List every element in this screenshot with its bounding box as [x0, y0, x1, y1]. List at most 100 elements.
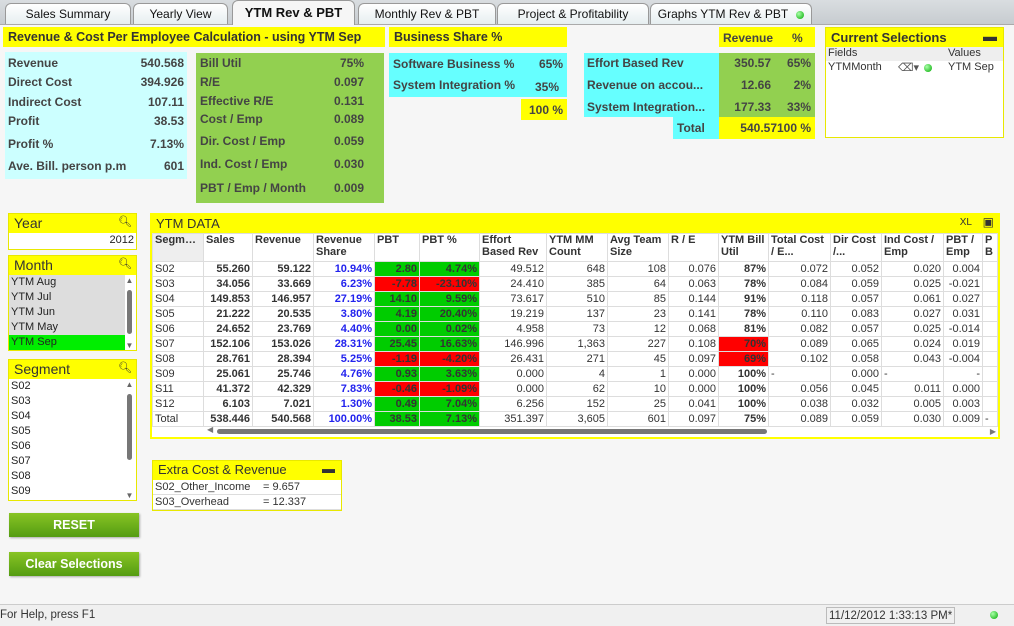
total-pct: 100 %	[776, 121, 811, 135]
segment-item[interactable]: S07	[9, 454, 125, 469]
table-cell: 100%	[718, 381, 769, 397]
month-item[interactable]: YTM May	[9, 320, 125, 335]
status-indicator-icon	[990, 611, 998, 619]
segment-item[interactable]: S05	[9, 424, 125, 439]
table-header-row: Segment Sales Revenue Revenue Share PBT PBT %…	[152, 233, 998, 262]
calc-label: Direct Cost	[8, 75, 73, 89]
clear-selections-button[interactable]: Clear Selections	[9, 552, 139, 576]
tab-label: YTM Rev & PBT	[244, 5, 343, 20]
column-header[interactable]: Total Cost / E...	[768, 233, 831, 262]
calc-label: Bill Util	[200, 56, 242, 70]
table-cell: 25.45	[374, 336, 420, 352]
month-item[interactable]: YTM Aug	[9, 275, 125, 290]
excel-export-icon[interactable]: XL	[960, 217, 972, 228]
tab-2[interactable]: YTM Rev & PBT	[232, 0, 355, 25]
calc-value: 75%	[339, 56, 364, 70]
tab-1[interactable]: Yearly View	[133, 3, 228, 24]
calc-label: Revenue	[8, 56, 59, 70]
table-cell: -0.004	[943, 351, 983, 367]
table-cell: 0.083	[830, 306, 882, 322]
table-cell	[982, 306, 998, 322]
column-header[interactable]: Revenue	[252, 233, 314, 262]
table-cell: 0.076	[668, 261, 719, 277]
status-datetime: 11/12/2012 1:33:13 PM*	[826, 607, 956, 624]
tab-0[interactable]: Sales Summary	[5, 3, 131, 24]
column-header[interactable]: Avg Team Size	[607, 233, 669, 262]
search-icon[interactable]: 🔍︎	[118, 215, 132, 228]
calc-value: 601	[163, 159, 184, 173]
minimize-icon[interactable]: ▬	[322, 461, 335, 476]
table-cell: 10	[607, 381, 669, 397]
tab-label: Yearly View	[149, 7, 212, 21]
extra-row: S02_Other_Income = 9.657	[153, 480, 341, 495]
segment-item[interactable]: S03	[9, 394, 125, 409]
extra-title: Extra Cost & Revenue	[158, 462, 287, 477]
horizontal-scrollbar[interactable]: ◀	[207, 425, 767, 436]
column-header[interactable]: YTM MM Count	[546, 233, 608, 262]
revenue-split-label: Revenue on accou...	[587, 78, 704, 92]
table-cell: 0.084	[768, 276, 831, 292]
table-cell: 0.024	[881, 336, 944, 352]
reset-button[interactable]: RESET	[9, 513, 139, 537]
column-header[interactable]: Sales	[203, 233, 253, 262]
table-cell: -4.20%	[419, 351, 480, 367]
table-cell	[982, 351, 998, 367]
table-cell: 3.63%	[419, 366, 480, 382]
year-item[interactable]: 2012	[9, 233, 136, 248]
table-cell: 59.122	[252, 261, 314, 277]
segment-item[interactable]: S06	[9, 439, 125, 454]
segment-item[interactable]: S08	[9, 469, 125, 484]
maximize-icon[interactable]: ▣	[983, 215, 994, 229]
column-header[interactable]: Revenue Share	[313, 233, 375, 262]
minimize-icon[interactable]: ▬	[983, 28, 997, 44]
column-header[interactable]: PBT %	[419, 233, 480, 262]
col-revenue: Revenue	[723, 31, 774, 45]
search-icon[interactable]: 🔍︎	[118, 361, 132, 374]
ytm-data-table: YTM DATA XL ▣ Segment Sales Revenue Revenue…	[150, 213, 1000, 439]
table-cell: -1.19	[374, 351, 420, 367]
revenue-split-label: System Integration...	[587, 100, 706, 114]
tab-5[interactable]: Graphs YTM Rev & PBT	[650, 3, 812, 24]
column-header[interactable]: Ind Cost / Emp	[881, 233, 944, 262]
column-header[interactable]: Effort Based Rev	[479, 233, 547, 262]
calc-label: Dir. Cost / Emp	[200, 134, 286, 148]
segment-header: Segment 🔍︎	[9, 360, 136, 379]
table-cell: 0.004	[943, 261, 983, 277]
table-cell: 4.19	[374, 306, 420, 322]
table-cell: 20.535	[252, 306, 314, 322]
tab-3[interactable]: Monthly Rev & PBT	[358, 3, 496, 24]
column-header[interactable]: PBT	[374, 233, 420, 262]
segment-item[interactable]: S04	[9, 409, 125, 424]
month-scrollbar[interactable]: ▲ ▼	[125, 276, 134, 350]
segment-item[interactable]: S02	[9, 379, 125, 394]
table-row: S11 41.372 42.329 7.83% -0.46 -1.09% 0.000 62 10…	[152, 381, 998, 397]
table-cell: S07	[152, 336, 204, 352]
column-header[interactable]: Segment	[152, 233, 204, 262]
table-cell: 6.23%	[313, 276, 375, 292]
scroll-right-icon[interactable]: ▶	[990, 427, 996, 436]
table-cell: 16.63%	[419, 336, 480, 352]
column-header[interactable]: PBT / Emp	[943, 233, 983, 262]
month-item[interactable]: YTM Jul	[9, 290, 125, 305]
eraser-icon[interactable]: ⌫▾	[898, 61, 919, 74]
table-cell: -	[881, 366, 944, 382]
column-header[interactable]: YTM Bill Util	[718, 233, 769, 262]
table-cell: 0.068	[668, 321, 719, 337]
table-cell: 28.394	[252, 351, 314, 367]
ytm-data-header: YTM DATA XL ▣	[152, 215, 998, 233]
month-item[interactable]: YTM Sep	[9, 335, 125, 350]
search-icon[interactable]: 🔍︎	[118, 257, 132, 270]
month-item[interactable]: YTM Jun	[9, 305, 125, 320]
column-header[interactable]: R / E	[668, 233, 719, 262]
table-cell: 20.40%	[419, 306, 480, 322]
segment-scrollbar[interactable]: ▲ ▼	[125, 380, 134, 500]
table-cell: Total	[152, 411, 204, 427]
column-header[interactable]: Dir Cost /...	[830, 233, 882, 262]
table-cell	[982, 276, 998, 292]
tab-label: Monthly Rev & PBT	[374, 7, 480, 21]
status-dot-icon	[924, 64, 932, 72]
tab-4[interactable]: Project & Profitability	[497, 3, 649, 24]
column-header[interactable]: P B	[982, 233, 998, 262]
current-selections-title: Current Selections	[831, 30, 947, 45]
segment-item[interactable]: S09	[9, 484, 125, 499]
